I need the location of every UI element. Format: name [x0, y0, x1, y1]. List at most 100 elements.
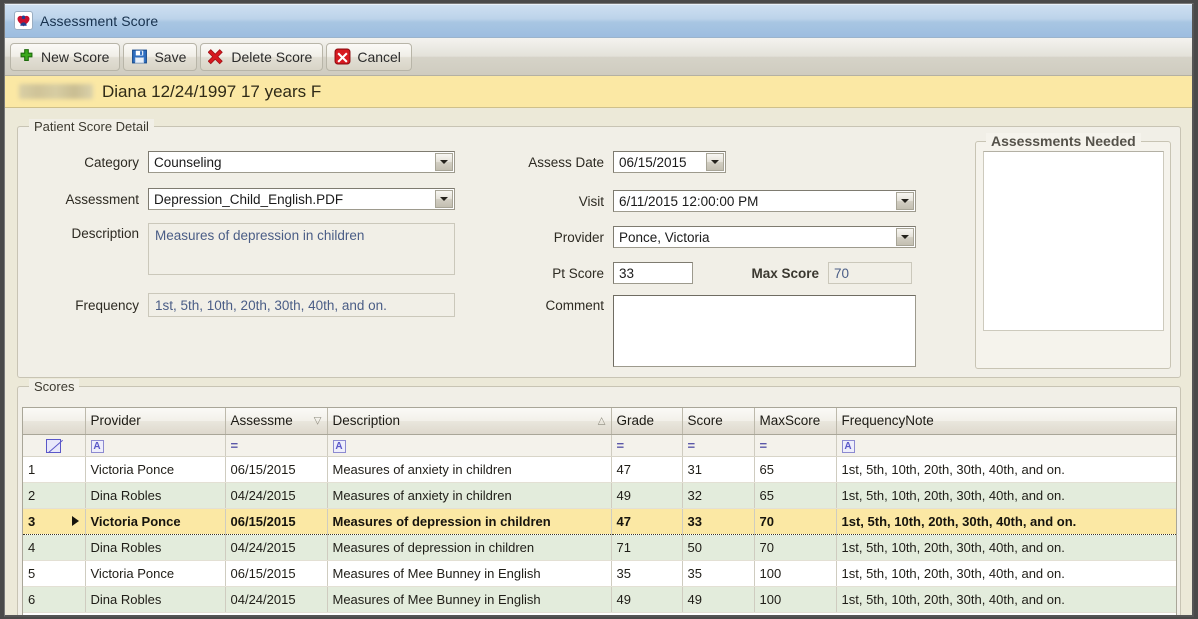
assessment-select[interactable]: Depression_Child_English.PDF — [148, 188, 455, 210]
filter-equals-icon[interactable]: = — [760, 438, 768, 453]
scores-grid[interactable]: Provider Assessme ▽ Description △ Grade Score M… — [22, 407, 1177, 615]
cancel-button[interactable]: Cancel — [326, 42, 412, 71]
category-field: Category Counseling — [18, 151, 455, 173]
comment-input[interactable] — [613, 295, 916, 367]
cell-score: 32 — [682, 482, 755, 509]
frequency-value: 1st, 5th, 10th, 20th, 30th, 40th, and on… — [148, 293, 455, 317]
assessments-needed-list[interactable] — [983, 151, 1164, 331]
filter-equals-cell-assessme[interactable]: = — [225, 434, 328, 457]
filter-text-icon[interactable]: A — [332, 439, 346, 453]
table-row[interactable]: 6 Dina Robles 04/24/2015 Measures of Mee Bu… — [23, 586, 1176, 613]
chevron-down-icon[interactable] — [896, 192, 914, 210]
filter-equals-icon[interactable]: = — [617, 438, 625, 453]
assess-date-label: Assess Date — [528, 154, 604, 170]
cell-assessme: 04/24/2015 — [225, 534, 328, 561]
sort-ascending-icon[interactable]: △ — [598, 415, 606, 426]
filter-equals-icon[interactable]: = — [688, 438, 696, 453]
scores-group-title: Scores — [29, 379, 80, 394]
cell-maxscore: 100 — [754, 586, 837, 613]
pt-score-input[interactable]: 33 — [613, 262, 693, 284]
chevron-down-icon[interactable] — [896, 228, 914, 246]
provider-field: Provider Ponce, Victoria — [448, 226, 916, 248]
new-score-button[interactable]: New Score — [10, 42, 121, 71]
table-row[interactable]: 4 Dina Robles 04/24/2015 Measures of depres… — [23, 534, 1176, 561]
assessment-field: Assessment Depression_Child_English.PDF — [18, 188, 455, 210]
sort-descending-icon[interactable]: ▽ — [314, 415, 322, 426]
chevron-down-icon[interactable] — [706, 153, 724, 171]
category-select[interactable]: Counseling — [148, 151, 455, 173]
delete-score-button[interactable]: Delete Score — [200, 42, 324, 71]
filter-disabled-icon[interactable] — [46, 438, 62, 453]
assessments-needed-title: Assessments Needed — [986, 133, 1141, 149]
scores-column-header-rownum[interactable] — [23, 408, 86, 435]
save-button[interactable]: Save — [123, 42, 198, 71]
filter-clear-icon-cell[interactable] — [23, 434, 86, 457]
filter-equals-icon[interactable]: = — [231, 438, 239, 453]
filter-equals-cell-score[interactable]: = — [682, 434, 755, 457]
assess-date-select[interactable]: 06/15/2015 — [613, 151, 726, 173]
frequency-label: Frequency — [75, 297, 139, 313]
cell-description: Measures of anxiety in children — [327, 482, 612, 509]
filter-text-icon[interactable]: A — [841, 439, 855, 453]
cell-maxscore: 65 — [754, 456, 837, 483]
scores-column-header-maxscore[interactable]: MaxScore — [754, 408, 837, 435]
description-value: Measures of depression in children — [148, 223, 455, 275]
cell-frequencynote: 1st, 5th, 10th, 20th, 30th, 40th, and on… — [836, 482, 1176, 509]
red-x-icon — [208, 48, 225, 65]
filter-text-cell-frequencynote[interactable]: A — [836, 434, 1176, 457]
cell-assessme: 06/15/2015 — [225, 507, 328, 535]
scores-column-header-provider[interactable]: Provider — [85, 408, 226, 435]
column-header-label: Score — [687, 413, 723, 429]
patient-score-detail-group: Patient Score Detail Category Counseling… — [17, 119, 1181, 378]
cell-score: 50 — [682, 534, 755, 561]
visit-select[interactable]: 6/11/2015 12:00:00 PM — [613, 190, 916, 212]
cell-provider: Dina Robles — [85, 534, 226, 561]
provider-value: Ponce, Victoria — [619, 229, 710, 245]
pt-score-field: Pt Score 33 Max Score 70 — [448, 262, 912, 284]
description-field: Description Measures of depression in ch… — [18, 223, 455, 275]
plus-green-icon — [18, 48, 35, 65]
scores-column-header-description[interactable]: Description △ — [327, 408, 612, 435]
patient-score-detail-title: Patient Score Detail — [29, 119, 154, 134]
window-titlebar: Assessment Score — [5, 4, 1192, 38]
red-x-box-icon — [334, 48, 351, 65]
cell-provider: Dina Robles — [85, 586, 226, 613]
table-row[interactable]: 1 Victoria Ponce 06/15/2015 Measures of anx… — [23, 456, 1176, 483]
cell-description: Measures of Mee Bunney in English — [327, 586, 612, 613]
heart-family-logo-icon — [14, 11, 33, 30]
row-number-cell: 3 — [23, 507, 86, 535]
table-row[interactable]: 3 Victoria Ponce 06/15/2015 Measures of dep… — [23, 507, 1176, 535]
assess-date-value: 06/15/2015 — [619, 154, 687, 170]
cell-score: 35 — [682, 560, 755, 587]
patient-banner: Diana 12/24/1997 17 years F — [5, 76, 1192, 108]
provider-select[interactable]: Ponce, Victoria — [613, 226, 916, 248]
category-label: Category — [84, 154, 139, 170]
filter-text-cell-provider[interactable]: A — [85, 434, 226, 457]
cell-assessme: 04/24/2015 — [225, 586, 328, 613]
max-score-value: 70 — [828, 262, 912, 284]
table-row[interactable]: 2 Dina Robles 04/24/2015 Measures of anxiet… — [23, 482, 1176, 509]
comment-label: Comment — [545, 298, 604, 313]
table-row[interactable]: 5 Victoria Ponce 06/15/2015 Measures of Mee… — [23, 560, 1176, 587]
row-number-cell: 5 — [23, 560, 86, 587]
filter-equals-cell-maxscore[interactable]: = — [754, 434, 837, 457]
column-header-label: Provider — [90, 413, 141, 429]
cell-description: Measures of Mee Bunney in English — [327, 560, 612, 587]
scores-column-header-score[interactable]: Score — [682, 408, 755, 435]
cell-provider: Victoria Ponce — [85, 560, 226, 587]
scores-column-header-assessme[interactable]: Assessme ▽ — [225, 408, 328, 435]
scores-grid-filter-row[interactable]: A = A = = = A — [23, 434, 1176, 457]
filter-text-cell-description[interactable]: A — [327, 434, 612, 457]
visit-value: 6/11/2015 12:00:00 PM — [619, 193, 759, 209]
cell-assessme: 04/24/2015 — [225, 482, 328, 509]
scores-column-header-grade[interactable]: Grade — [611, 408, 683, 435]
patient-banner-text: Diana 12/24/1997 17 years F — [102, 81, 322, 101]
cell-frequencynote: 1st, 5th, 10th, 20th, 30th, 40th, and on… — [836, 507, 1176, 535]
scores-column-header-frequencynote[interactable]: FrequencyNote — [836, 408, 1176, 435]
cancel-label: Cancel — [357, 48, 401, 65]
assess-date-field: Assess Date 06/15/2015 — [448, 151, 726, 173]
provider-label: Provider — [553, 229, 604, 245]
filter-text-icon[interactable]: A — [90, 439, 104, 453]
cell-frequencynote: 1st, 5th, 10th, 20th, 30th, 40th, and on… — [836, 456, 1176, 483]
filter-equals-cell-grade[interactable]: = — [611, 434, 683, 457]
